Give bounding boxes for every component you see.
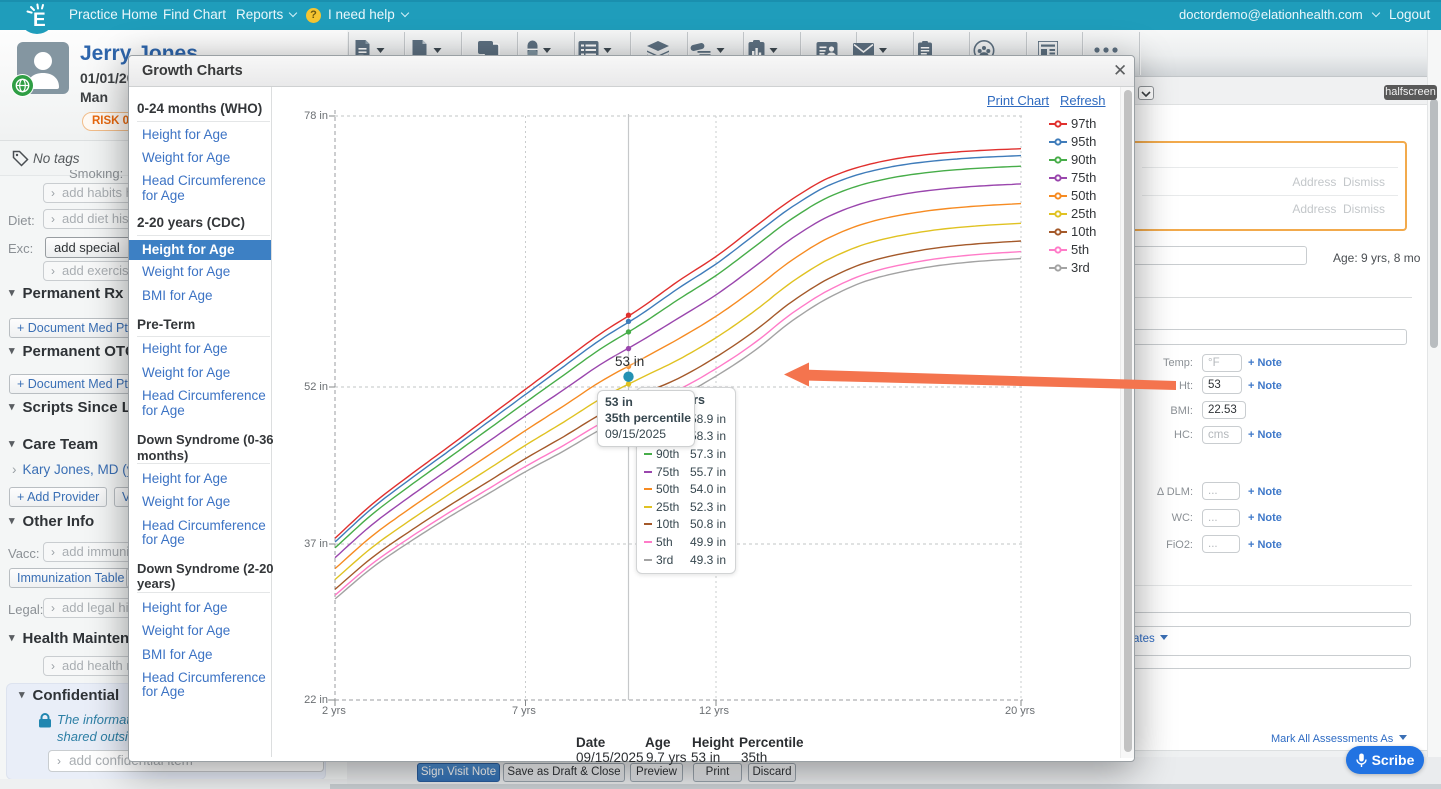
- svg-text:E: E: [33, 10, 46, 29]
